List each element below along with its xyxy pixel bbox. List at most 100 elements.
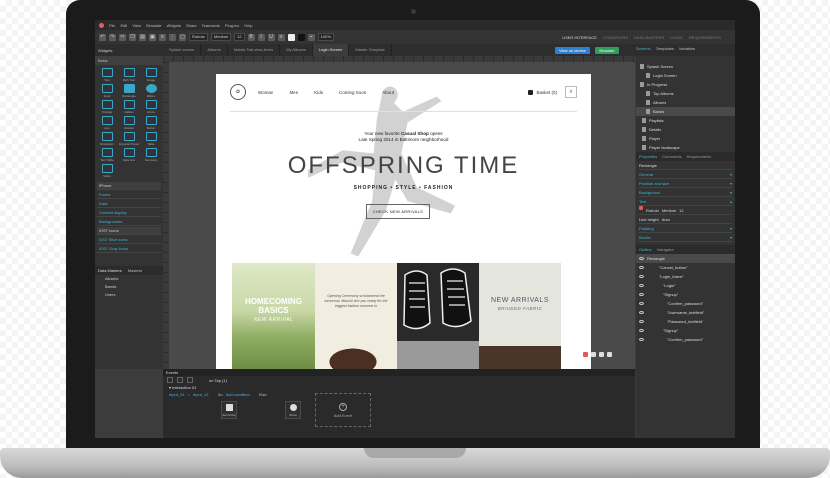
data-master-item[interactable]: Albums bbox=[95, 275, 163, 283]
section-content-display[interactable]: Content display bbox=[97, 209, 161, 217]
text-color-icon[interactable] bbox=[639, 206, 643, 210]
outline-item[interactable]: "Login_frame" bbox=[636, 272, 735, 281]
tab-albums[interactable]: Albums bbox=[201, 44, 228, 56]
outline-item[interactable]: "Login" bbox=[636, 281, 735, 290]
section-iphone[interactable]: iPhone bbox=[97, 182, 161, 190]
redo-icon[interactable]: ↷ bbox=[109, 33, 116, 41]
delete-event-icon[interactable] bbox=[187, 377, 193, 383]
widget-table[interactable]: Table bbox=[140, 132, 162, 146]
screen-item[interactable]: Details bbox=[636, 125, 735, 134]
widget-text[interactable]: Text bbox=[96, 68, 118, 82]
delete-icon[interactable] bbox=[591, 352, 596, 357]
prop-padding[interactable]: Padding ▾ bbox=[639, 224, 732, 233]
widget-text-table[interactable]: Text Table bbox=[96, 148, 118, 162]
nav-woman[interactable]: Woman bbox=[258, 90, 273, 95]
widget-triangle[interactable]: Triangle bbox=[96, 100, 118, 114]
prototype-page[interactable]: ✿ Woman Men Kids Coming Soon About Baske… bbox=[216, 74, 591, 369]
section-backgrounds[interactable]: Backgrounds bbox=[97, 218, 161, 226]
italic-icon[interactable]: I bbox=[257, 33, 265, 41]
align-icon[interactable]: ≡ bbox=[159, 33, 166, 41]
section-data[interactable]: Data bbox=[97, 200, 161, 208]
tab-templates[interactable]: Templates bbox=[656, 46, 674, 51]
section-ios7-gray-icons[interactable]: iOS7 Gray icons bbox=[97, 245, 161, 253]
cut-icon[interactable]: ✂ bbox=[119, 33, 126, 41]
section-ios7-icons[interactable]: iOS7 Icons bbox=[97, 227, 161, 235]
screen-item-selected[interactable]: Bands bbox=[636, 107, 735, 116]
font-size-field[interactable]: 12 bbox=[234, 33, 245, 41]
menu-file[interactable]: File bbox=[109, 23, 115, 28]
menu-view[interactable]: View bbox=[132, 23, 141, 28]
data-master-item[interactable]: Bands bbox=[95, 283, 163, 291]
interaction-row[interactable]: ▾ Interaction 01 bbox=[163, 384, 635, 391]
tab-splash-screen[interactable]: Splash screen bbox=[163, 44, 202, 56]
gesture-icon[interactable] bbox=[177, 377, 183, 383]
underline-icon[interactable]: U bbox=[267, 33, 275, 41]
prop-general[interactable]: General ▾ bbox=[639, 170, 732, 179]
data-master-item[interactable]: Users bbox=[95, 291, 163, 299]
screen-item[interactable]: Login Screen bbox=[636, 71, 735, 80]
add-event-card[interactable]: + Add Event bbox=[315, 393, 371, 427]
menu-share[interactable]: Share bbox=[186, 23, 197, 28]
zoom-field[interactable]: 100% bbox=[317, 33, 334, 41]
outline-item[interactable]: "Cancel_button" bbox=[636, 263, 735, 272]
widget-hotspot[interactable]: Hotspot bbox=[118, 116, 140, 130]
prop-text[interactable]: Text ▴ bbox=[639, 197, 732, 206]
tab-properties[interactable]: Properties bbox=[639, 152, 657, 161]
outline-item-selected[interactable]: Rectangle bbox=[636, 254, 735, 263]
section-forms[interactable]: Forms bbox=[97, 191, 161, 199]
widget-video[interactable]: Video bbox=[96, 164, 118, 178]
font-family-select[interactable]: Roboto bbox=[189, 33, 208, 41]
mode-data-masters[interactable]: DATA MASTERS bbox=[634, 35, 664, 40]
action-card-show[interactable]: Show bbox=[285, 401, 301, 419]
eye-icon[interactable] bbox=[639, 257, 644, 260]
outline-item[interactable]: "Confirm_password" bbox=[636, 335, 735, 344]
widget-arrow[interactable]: Arrow bbox=[140, 100, 162, 114]
menu-edit[interactable]: Edit bbox=[120, 23, 127, 28]
line-height-field[interactable]: Auto bbox=[662, 215, 670, 223]
mode-conditions[interactable]: CONDITIONS bbox=[603, 35, 628, 40]
eye-icon[interactable] bbox=[639, 329, 644, 332]
border-color-icon[interactable] bbox=[297, 33, 305, 41]
widget-input[interactable]: Input bbox=[96, 84, 118, 98]
tab-navigator[interactable]: Navigator bbox=[657, 245, 674, 254]
outline-item[interactable]: "Signup" bbox=[636, 326, 735, 335]
eye-icon[interactable] bbox=[639, 266, 644, 269]
eye-icon[interactable] bbox=[639, 284, 644, 287]
outline-item[interactable]: "Username_textfield" bbox=[636, 308, 735, 317]
site-logo-icon[interactable]: ✿ bbox=[230, 84, 246, 100]
add-event-icon[interactable] bbox=[167, 377, 173, 383]
on-tap-tab[interactable]: on Tap (1) bbox=[209, 378, 227, 383]
prop-position-size[interactable]: Position and size ▾ bbox=[639, 179, 732, 188]
simulate-button[interactable]: Simulate bbox=[595, 47, 619, 54]
outline-item[interactable]: "Signup" bbox=[636, 290, 735, 299]
text-align-icon[interactable]: ≡ bbox=[277, 33, 285, 41]
menu-simulate[interactable]: Simulate bbox=[146, 23, 162, 28]
mode-user-interface[interactable]: USER INTERFACE bbox=[562, 35, 597, 40]
screen-item[interactable]: Playlists bbox=[636, 116, 735, 125]
tab-requirements[interactable]: Requirements bbox=[687, 152, 712, 161]
eye-icon[interactable] bbox=[639, 293, 644, 296]
settings-icon[interactable] bbox=[599, 352, 604, 357]
design-canvas[interactable]: ✿ Woman Men Kids Coming Soon About Baske… bbox=[163, 56, 635, 369]
undo-icon[interactable]: ↶ bbox=[99, 33, 106, 41]
font-weight-select[interactable]: Medium bbox=[210, 33, 232, 41]
nav-coming-soon[interactable]: Coming Soon bbox=[339, 90, 366, 95]
widget-line[interactable]: Line bbox=[96, 116, 118, 130]
text-weight-select[interactable]: Medium bbox=[662, 206, 676, 214]
tab-screens[interactable]: Screens bbox=[636, 46, 651, 51]
link-icon[interactable]: ⌁ bbox=[307, 33, 315, 41]
copy-icon[interactable]: ❐ bbox=[129, 33, 136, 41]
comment-icon[interactable] bbox=[607, 352, 612, 357]
section-ios7-blue-icons[interactable]: iOS7 Blue icons bbox=[97, 236, 161, 244]
nav-men[interactable]: Men bbox=[289, 90, 298, 95]
widget-rectangle[interactable]: Rectangle bbox=[118, 84, 140, 98]
tab-variables[interactable]: Variables bbox=[679, 46, 695, 51]
menu-plugins[interactable]: Plug-ins bbox=[225, 23, 239, 28]
nav-about[interactable]: About bbox=[382, 90, 394, 95]
error-icon[interactable] bbox=[583, 352, 588, 357]
screen-item[interactable]: Player bbox=[636, 134, 735, 143]
condition-input-b[interactable]: Input_12 bbox=[193, 392, 209, 397]
screen-item[interactable]: Top Albums bbox=[636, 89, 735, 98]
widget-summary[interactable]: Summary bbox=[140, 148, 162, 162]
fill-color-icon[interactable] bbox=[287, 33, 295, 41]
